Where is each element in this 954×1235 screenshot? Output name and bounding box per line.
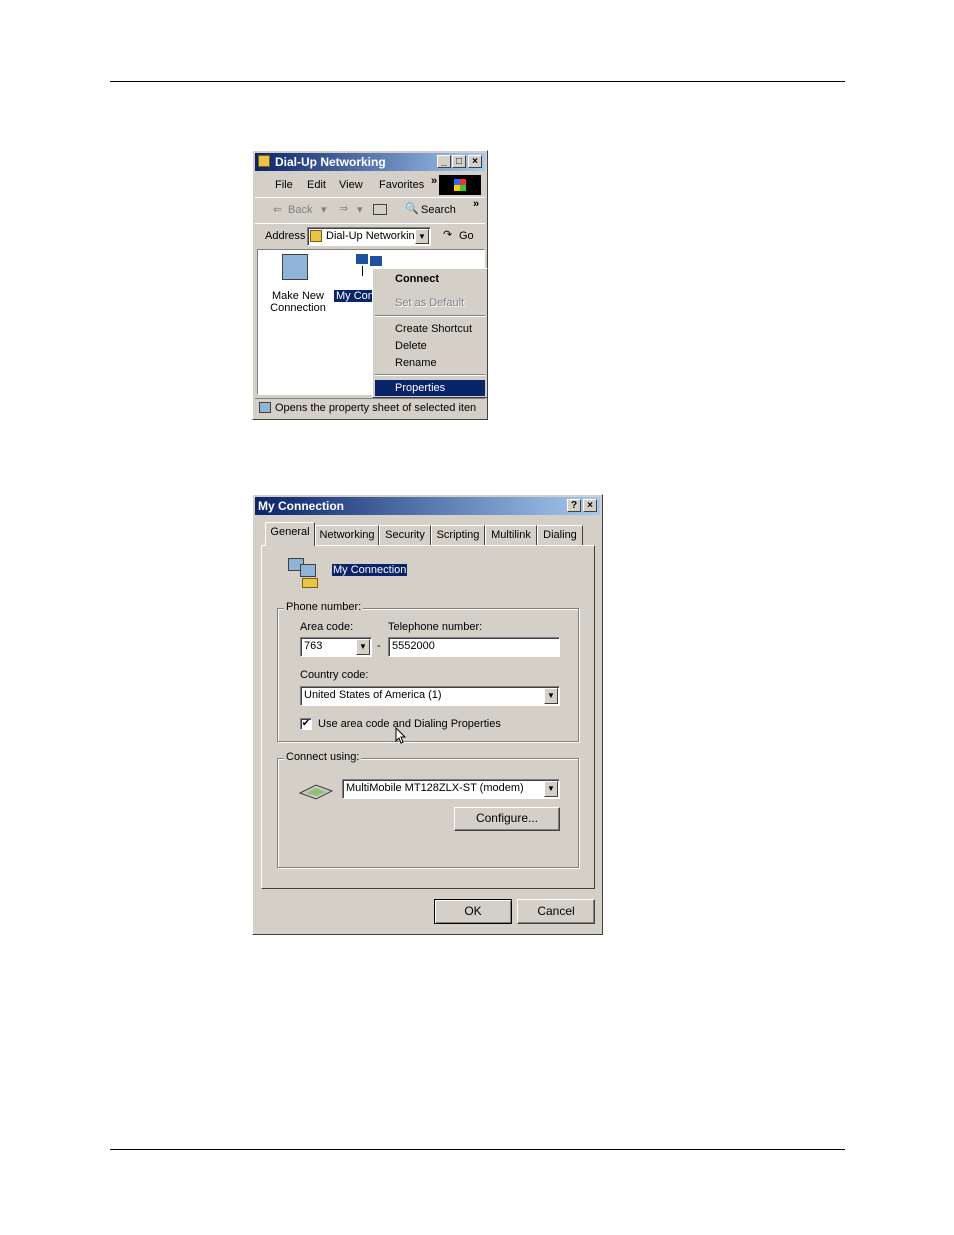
telephone-number-input[interactable]: 5552000	[388, 637, 560, 657]
country-code-dropdown-button[interactable]: ▼	[544, 688, 558, 704]
dialog-title: My Connection	[258, 499, 344, 513]
menu-item-properties[interactable]: Properties	[375, 380, 485, 396]
close-button[interactable]: ×	[468, 155, 482, 168]
modem-card-icon	[298, 784, 334, 800]
tab-dialing[interactable]: Dialing	[537, 525, 583, 545]
dun-titlebar[interactable]: Dial-Up Networking _ □ ×	[255, 153, 485, 171]
menu-separator	[375, 374, 485, 376]
menu-item-delete[interactable]: Delete	[375, 338, 485, 354]
icon-label-line: Connection	[270, 302, 326, 314]
area-code-combo[interactable]: 763 ▼	[300, 637, 372, 657]
cancel-button[interactable]: Cancel	[517, 899, 595, 924]
tab-scripting[interactable]: Scripting	[431, 525, 485, 545]
tab-networking[interactable]: Networking	[315, 525, 379, 545]
dun-address-bar: Address Dial-Up Networkin ▼ ↷ Go	[255, 223, 485, 248]
use-area-code-checkbox[interactable]: ✔	[300, 718, 312, 730]
forward-dropdown-icon[interactable]: ▾	[357, 203, 363, 216]
status-text: Opens the property sheet of selected ite…	[275, 402, 477, 414]
menu-item-create-shortcut[interactable]: Create Shortcut	[375, 321, 485, 337]
phone-number-group: Phone number: Area code: 763 ▼ - Telepho…	[277, 601, 579, 744]
address-dropdown-button[interactable]: ▼	[415, 229, 429, 244]
up-folder-icon[interactable]	[373, 204, 387, 215]
dash-separator: -	[377, 640, 381, 652]
top-page-rule	[110, 81, 845, 82]
maximize-button[interactable]: □	[452, 155, 466, 168]
address-value: Dial-Up Networkin	[326, 230, 415, 242]
modem-value: MultiMobile MT128ZLX-ST (modem)	[346, 782, 524, 794]
country-code-combo[interactable]: United States of America (1) ▼	[300, 686, 560, 706]
back-button[interactable]: Back	[288, 204, 312, 216]
connect-using-group: Connect using: MultiMobile MT128ZLX-ST (…	[277, 751, 579, 868]
status-icon	[259, 402, 271, 413]
address-input[interactable]: Dial-Up Networkin ▼	[307, 227, 431, 246]
help-button[interactable]: ?	[567, 499, 581, 512]
context-menu: Connect Set as Default Create Shortcut D…	[372, 268, 488, 398]
connect-using-group-label: Connect using:	[284, 751, 362, 763]
menu-file[interactable]: File	[275, 179, 293, 191]
menu-favorites[interactable]: Favorites	[379, 179, 424, 191]
address-label: Address	[265, 230, 306, 242]
make-new-connection-icon[interactable]	[282, 254, 308, 280]
menu-separator	[375, 315, 485, 317]
menu-item-rename[interactable]: Rename	[375, 355, 485, 371]
use-area-code-label[interactable]: Use area code and Dialing Properties	[318, 718, 501, 730]
bottom-page-rule	[110, 1149, 845, 1150]
connection-computers-icon	[288, 558, 322, 588]
search-button[interactable]: Search	[421, 204, 456, 216]
go-button[interactable]: Go	[459, 230, 474, 242]
modem-combo[interactable]: MultiMobile MT128ZLX-ST (modem) ▼	[342, 779, 560, 799]
go-arrow-icon: ↷	[443, 229, 453, 241]
menu-item-set-as-default[interactable]: Set as Default	[375, 295, 485, 311]
my-connection-dialog: My Connection ? × General Networking Sec…	[252, 494, 603, 935]
country-code-value: United States of America (1)	[304, 689, 442, 701]
windows-logo-icon	[439, 175, 481, 195]
folder-network-icon	[258, 155, 270, 167]
dialog-titlebar[interactable]: My Connection ? ×	[255, 497, 600, 515]
telephone-number-label: Telephone number:	[388, 621, 483, 633]
dun-toolbar: ⇐ Back ▾ ⇒ ▾ 🔍 Search »	[255, 197, 485, 222]
area-code-label: Area code:	[300, 621, 354, 633]
tab-multilink[interactable]: Multilink	[485, 525, 537, 545]
country-code-label: Country code:	[300, 669, 369, 681]
general-tab-panel: My Connection Phone number: Area code: 7…	[261, 545, 595, 889]
phone-number-group-label: Phone number:	[284, 601, 364, 613]
dun-statusbar: Opens the property sheet of selected ite…	[255, 398, 485, 417]
dun-title: Dial-Up Networking	[275, 155, 386, 169]
menu-overflow-chevron[interactable]: »	[431, 175, 437, 187]
close-button[interactable]: ×	[583, 499, 597, 512]
menu-view[interactable]: View	[339, 179, 363, 191]
back-dropdown-icon[interactable]: ▾	[321, 203, 327, 216]
menu-edit[interactable]: Edit	[307, 179, 326, 191]
minimize-button[interactable]: _	[437, 155, 451, 168]
search-icon: 🔍	[405, 203, 419, 215]
folder-network-icon	[310, 230, 322, 242]
make-new-connection-label[interactable]: Make New Connection	[264, 290, 332, 314]
forward-arrow-icon[interactable]: ⇒	[339, 202, 348, 215]
area-code-value: 763	[304, 640, 323, 652]
mouse-pointer-icon	[395, 727, 407, 744]
tab-security[interactable]: Security	[379, 525, 431, 545]
ok-button[interactable]: OK	[434, 899, 512, 924]
configure-button[interactable]: Configure...	[454, 807, 560, 831]
toolbar-overflow-chevron[interactable]: »	[473, 198, 479, 210]
area-code-dropdown-button[interactable]: ▼	[356, 639, 370, 655]
icon-label-line: Make New	[272, 290, 324, 302]
modem-dropdown-button[interactable]: ▼	[544, 781, 558, 797]
back-arrow-icon: ⇐	[273, 204, 283, 216]
menu-item-connect[interactable]: Connect	[375, 271, 485, 287]
tab-general[interactable]: General	[265, 522, 315, 546]
connection-name[interactable]: My Connection	[332, 564, 408, 576]
dun-menubar: File Edit View Favorites »	[255, 173, 485, 195]
